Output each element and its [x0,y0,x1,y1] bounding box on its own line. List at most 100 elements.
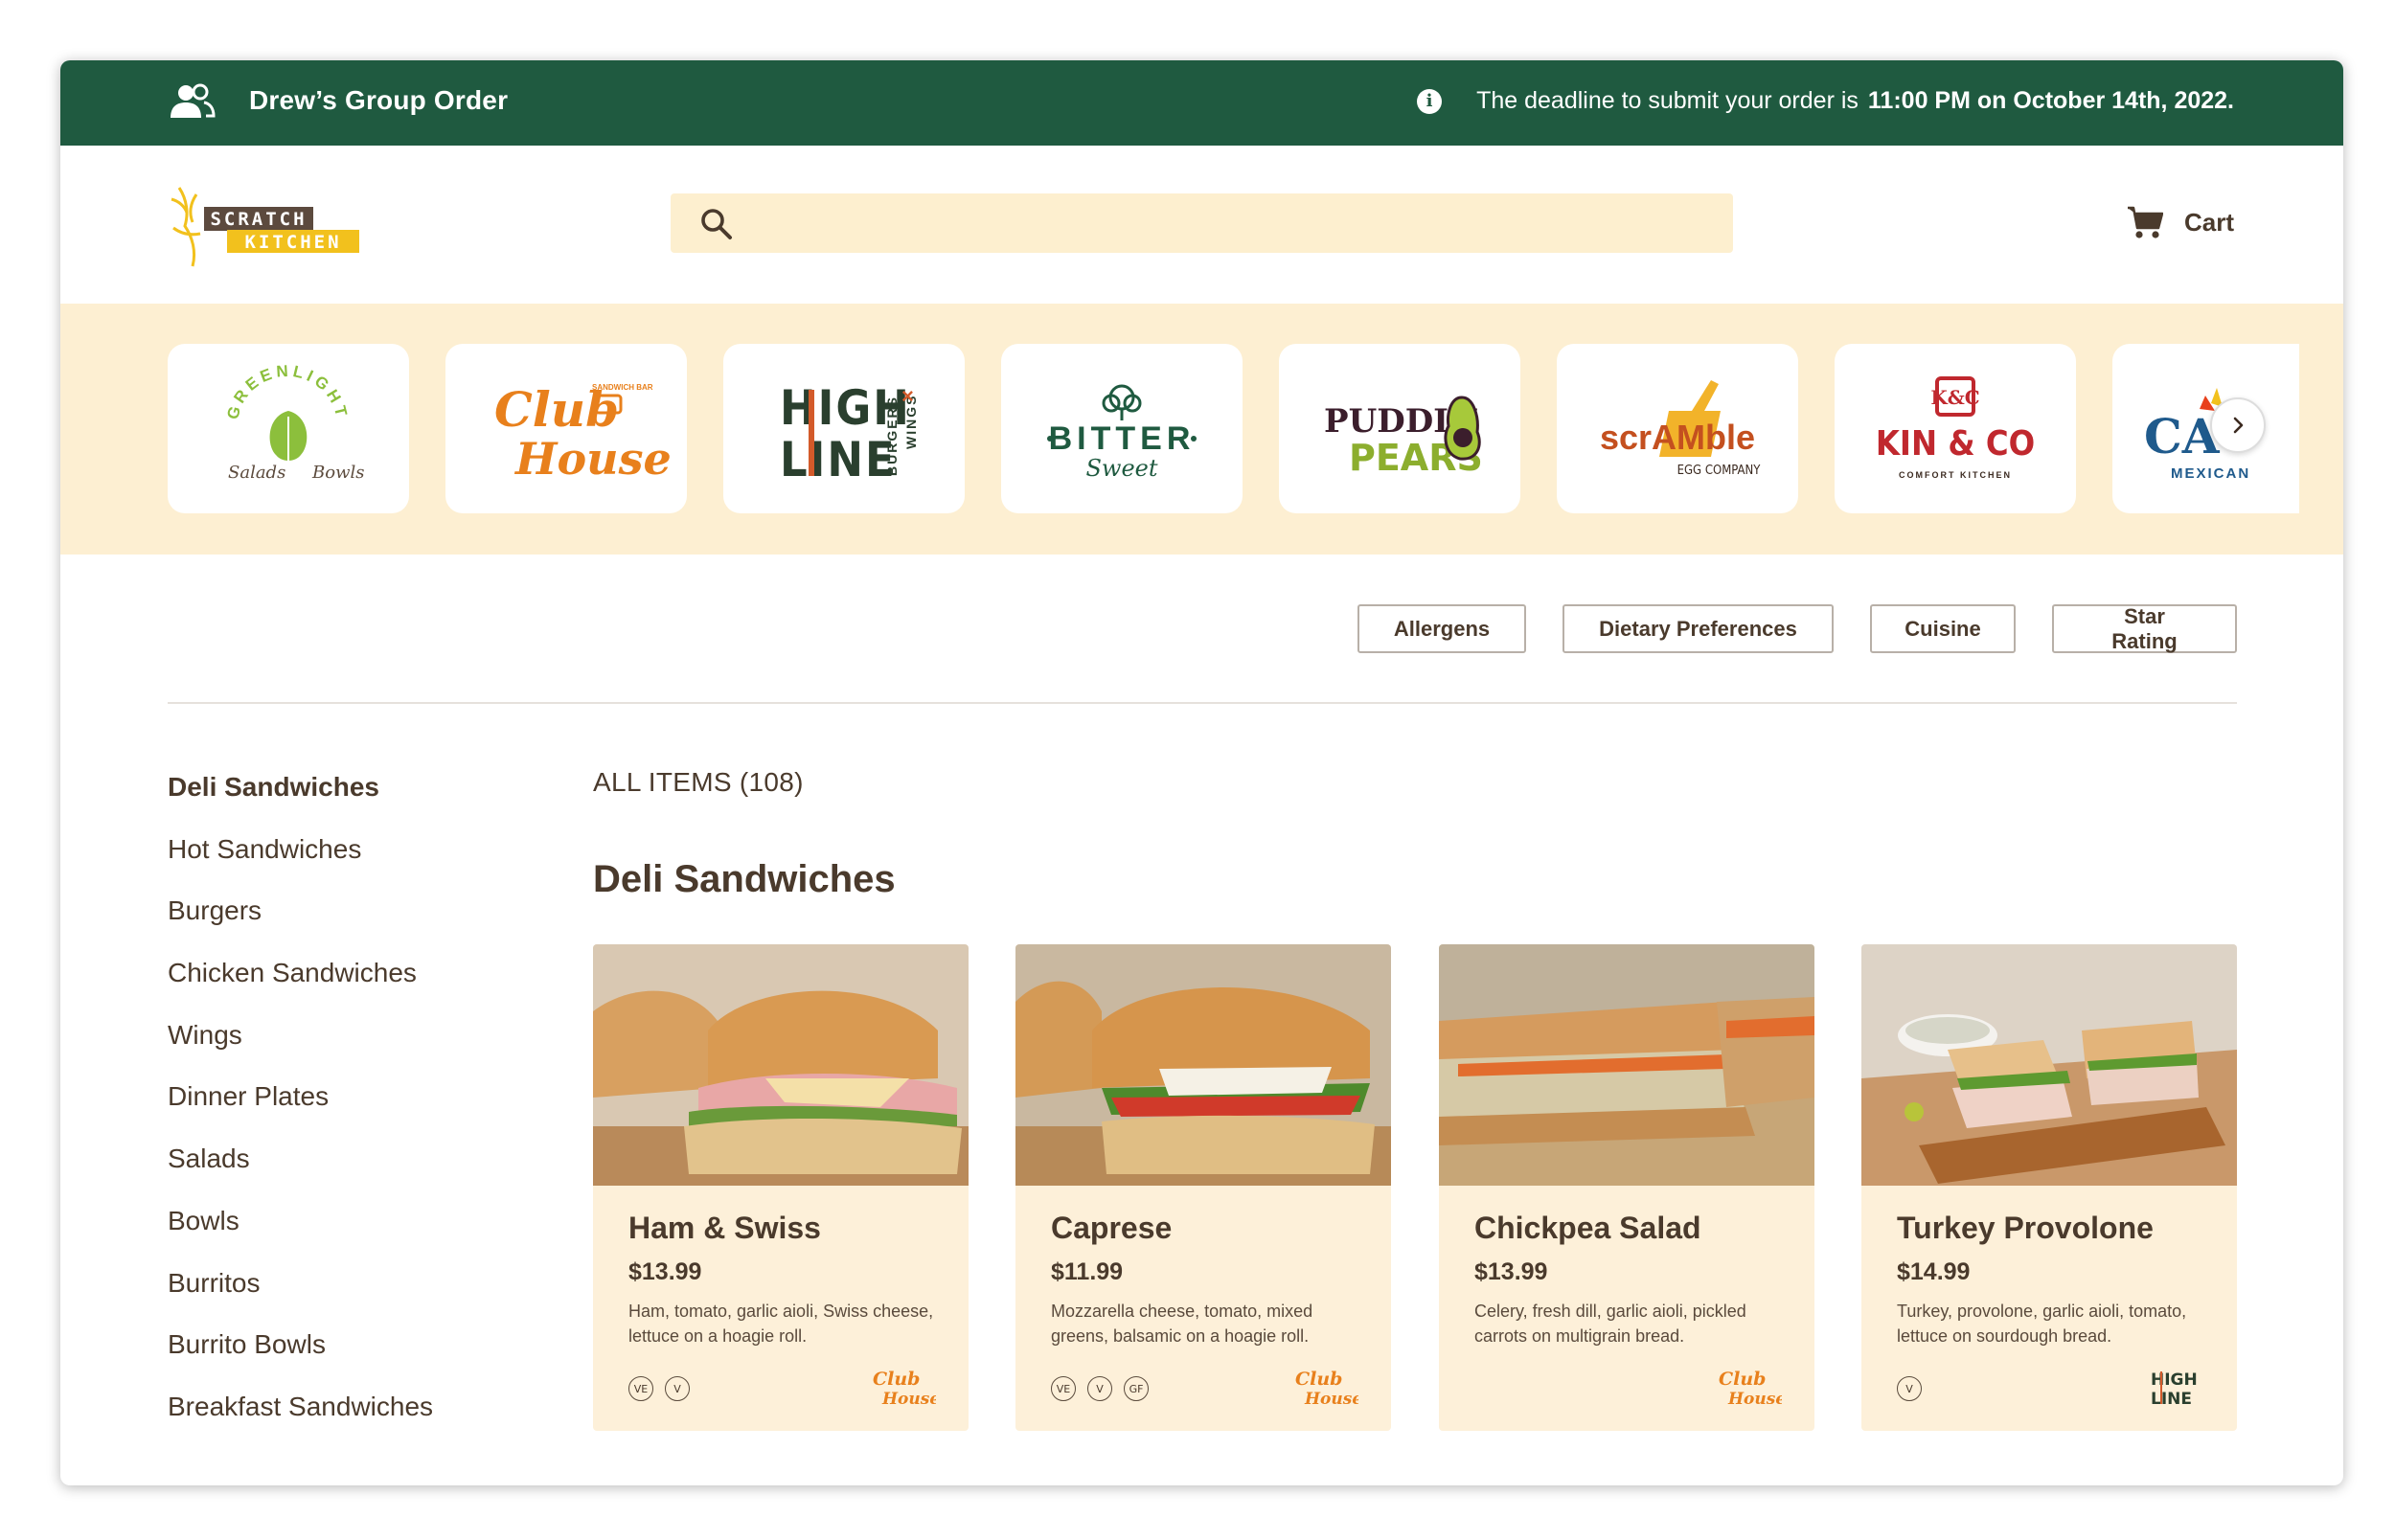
category-item[interactable]: Burrito Bowls [168,1325,570,1387]
logo-text-bottom: KITCHEN [244,232,341,253]
brand-card-puddin-pears[interactable]: PUDDIN PEARS [1279,344,1520,513]
svg-text:House: House [881,1390,936,1409]
svg-text:House: House [1727,1390,1782,1409]
menu-item-card[interactable]: Caprese $11.99 Mozzarella cheese, tomato… [1015,944,1391,1431]
dietary-badges: V [1897,1376,1922,1401]
item-description: Mozzarella cheese, tomato, mixed greens,… [1051,1302,1313,1346]
scramble-logo: scrAMble EGG COMPANY [1600,379,1762,478]
item-photo [1015,944,1391,1186]
item-description: Turkey, provolone, garlic aioli, tomato,… [1897,1302,2187,1346]
filter-dietary-button[interactable]: Dietary Preferences [1562,604,1834,653]
svg-text:Bowls: Bowls [311,463,364,483]
puddin-pears-logo: PUDDIN PEARS [1324,395,1483,479]
vegan-badge-icon: VE [628,1376,653,1401]
category-item[interactable]: Hot Sandwiches [168,829,570,892]
item-price: $14.99 [1897,1258,1971,1285]
item-description: Celery, fresh dill, garlic aioli, pickle… [1474,1302,1746,1346]
category-item[interactable]: Bowls [168,1201,570,1263]
brand-card-casa-mexicana[interactable]: CA MEXICAN [2112,344,2299,513]
category-item[interactable]: Salads [168,1139,570,1201]
high-line-brand-icon: HIGH LINE [2151,1370,2198,1409]
menu-item-card[interactable]: Turkey Provolone $14.99 Turkey, provolon… [1861,944,2237,1431]
item-description: Ham, tomato, garlic aioli, Swiss cheese,… [628,1302,934,1346]
svg-text:×: × [901,384,914,408]
search-bar[interactable] [671,193,1733,253]
svg-text:K&C: K&C [1930,386,1979,409]
cart-label: Cart [2183,207,2234,237]
svg-text:EGG COMPANY: EGG COMPANY [1677,464,1762,478]
app-window: Drew’s Group Order i The deadline to sub… [60,60,2343,1485]
vegan-badge-icon: VE [1051,1376,1076,1401]
brand-card-high-line[interactable]: HIGH LINE BURGERS WINGS × [723,344,965,513]
club-house-brand-icon: Club House [873,1369,936,1409]
high-line-logo: HIGH LINE BURGERS WINGS × [780,380,919,487]
header: SCRATCH KITCHEN Cart [60,146,2343,304]
category-item[interactable]: Wings [168,1015,570,1077]
brand-carousel: GREENLIGHT Salads Bowls Club House SANDW… [60,304,2343,555]
dietary-badges: VE V GF [1051,1376,1149,1401]
brand-card-scramble[interactable]: scrAMble EGG COMPANY [1557,344,1798,513]
category-item[interactable]: Dinner Plates [168,1076,570,1139]
svg-text:House: House [1304,1390,1358,1409]
chevron-right-icon [2233,417,2244,434]
club-house-logo: Club House SANDWICH BAR [494,381,672,485]
vegetarian-badge-icon: V [1897,1376,1922,1401]
svg-text:BURGERS: BURGERS [884,395,900,475]
svg-text:Club: Club [1719,1369,1766,1390]
brand-card-greenlight[interactable]: GREENLIGHT Salads Bowls [168,344,409,513]
cart-button[interactable]: Cart [2127,205,2234,239]
svg-text:Sweet: Sweet [1085,455,1157,482]
scroll-fade [168,1418,570,1476]
info-icon: i [1417,88,1443,114]
menu-item-card[interactable]: Chickpea Salad $13.99 Celery, fresh dill… [1439,944,1814,1431]
svg-text:CA: CA [2144,408,2221,464]
search-input[interactable] [751,193,1709,253]
group-order-bar: Drew’s Group Order i The deadline to sub… [60,60,2343,146]
vegetarian-badge-icon: V [665,1376,690,1401]
deadline-prefix: The deadline to submit your order is [1476,87,1859,114]
brand-card-club-house[interactable]: Club House SANDWICH BAR [445,344,687,513]
carousel-next-button[interactable] [2210,397,2266,453]
group-order-title: Drew’s Group Order [249,85,509,115]
category-item[interactable]: Chicken Sandwiches [168,953,570,1015]
cart-icon [2127,206,2163,238]
brand-track: GREENLIGHT Salads Bowls Club House SANDW… [168,344,2299,514]
filter-star-rating-button[interactable]: Star Rating [2052,604,2237,653]
item-name: Chickpea Salad [1474,1211,1701,1245]
brand-card-bitter-sweet[interactable]: BITTER Sweet [1001,344,1243,513]
search-icon [701,209,732,239]
item-price: $11.99 [1051,1258,1124,1285]
svg-text:HIGH: HIGH [2151,1370,2198,1390]
category-item[interactable]: Deli Sandwiches [168,767,570,829]
item-photo [593,944,969,1186]
menu-item-card[interactable]: Ham & Swiss $13.99 Ham, tomato, garlic a… [593,944,969,1431]
svg-text:MEXICAN: MEXICAN [2171,465,2250,482]
bitter-sweet-logo: BITTER Sweet [1047,384,1197,482]
svg-text:Salads: Salads [228,463,285,483]
group-icon [171,83,216,118]
svg-text:LINE: LINE [780,432,897,487]
svg-text:KIN & CO: KIN & CO [1876,424,2035,464]
vegetarian-badge-icon: V [1087,1376,1112,1401]
category-item[interactable]: Burritos [168,1263,570,1325]
kin-co-logo: K&C KIN & CO COMFORT KITCHEN [1876,375,2035,480]
section-title: Deli Sandwiches [593,858,896,900]
filter-cuisine-button[interactable]: Cuisine [1870,604,2016,653]
category-item[interactable]: Burgers [168,891,570,953]
brand-card-kin-co[interactable]: K&C KIN & CO COMFORT KITCHEN [1835,344,2076,513]
all-items-count: ALL ITEMS (108) [593,767,804,797]
filter-allergens-button[interactable]: Allergens [1357,604,1526,653]
club-house-brand-icon: Club House [1719,1369,1782,1409]
item-name: Turkey Provolone [1897,1211,2154,1245]
svg-text:Club: Club [873,1369,920,1390]
greenlight-logo: GREENLIGHT Salads Bowls [223,361,364,483]
svg-text:Club: Club [1295,1369,1342,1390]
item-grid: Ham & Swiss $13.99 Ham, tomato, garlic a… [593,944,2237,1431]
svg-text:SANDWICH BAR: SANDWICH BAR [592,383,653,392]
scratch-kitchen-logo[interactable]: SCRATCH KITCHEN [168,180,369,271]
item-name: Ham & Swiss [628,1211,821,1245]
svg-text:scrAMble: scrAMble [1600,418,1755,457]
item-photo [1439,944,1814,1186]
category-sidebar: Deli Sandwiches Hot Sandwiches Burgers C… [168,767,570,1476]
item-name: Caprese [1051,1211,1173,1245]
